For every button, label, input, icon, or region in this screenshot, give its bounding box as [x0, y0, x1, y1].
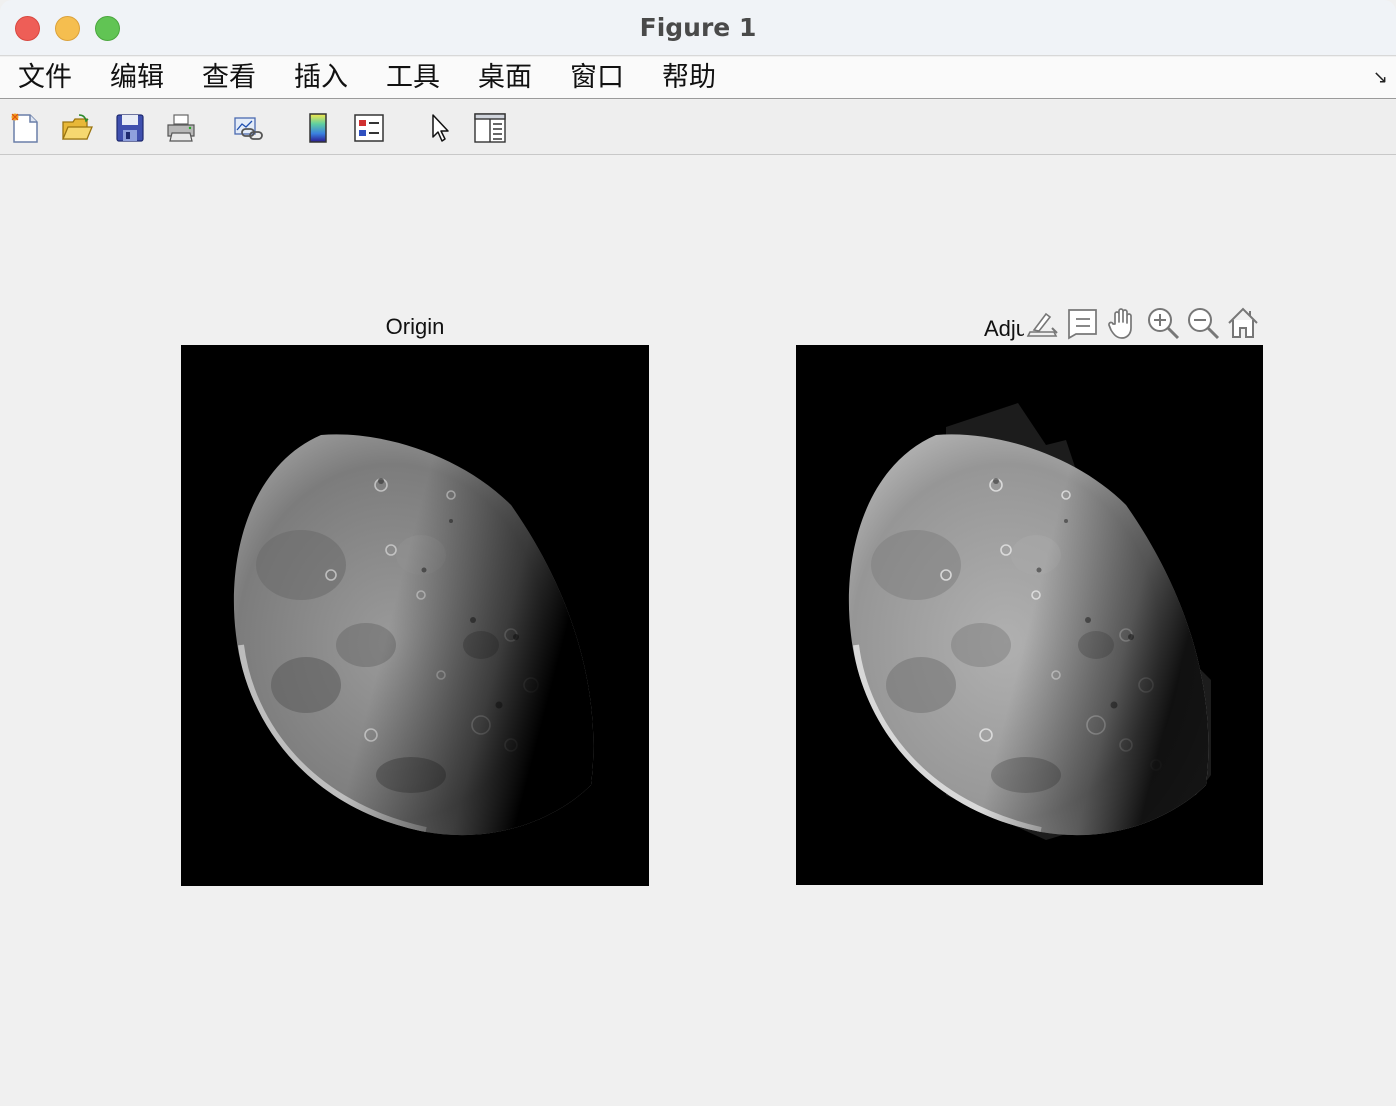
data-tips-icon[interactable]: [1066, 306, 1100, 340]
legend-icon[interactable]: [353, 112, 385, 144]
axes-title-origin: Origin: [385, 314, 445, 339]
link-plot-icon[interactable]: [232, 112, 264, 144]
menu-desktop[interactable]: 桌面: [478, 61, 532, 95]
menu-bar: 文件 编辑 查看 插入 工具 桌面 窗口 帮助 ↘: [0, 57, 1396, 99]
image-axes-adjusted[interactable]: [796, 345, 1263, 885]
menu-insert[interactable]: 插入: [294, 61, 348, 95]
print-icon[interactable]: [165, 112, 197, 144]
brush-icon[interactable]: [1026, 306, 1060, 340]
home-icon[interactable]: [1226, 306, 1260, 340]
axes-title-adjusted: Adju: [984, 316, 1024, 341]
zoom-out-icon[interactable]: [1186, 306, 1220, 340]
image-axes-original[interactable]: [181, 345, 649, 886]
window-title: Figure 1: [639, 13, 757, 42]
pan-hand-icon[interactable]: [1106, 306, 1140, 340]
menu-file[interactable]: 文件: [18, 61, 72, 95]
figure-window: Figure 1 文件 编辑 查看 插入 工具 桌面 窗口 帮助 ↘ Origi…: [0, 0, 1396, 1106]
menu-help[interactable]: 帮助: [662, 61, 716, 95]
new-figure-icon[interactable]: [10, 112, 42, 144]
menu-window[interactable]: 窗口: [570, 61, 624, 95]
menu-tools[interactable]: 工具: [386, 61, 440, 95]
moon-adjusted-image: [848, 403, 1211, 840]
pointer-icon[interactable]: [424, 112, 456, 144]
zoom-in-icon[interactable]: [1146, 306, 1180, 340]
property-inspector-icon[interactable]: [474, 112, 506, 144]
figure-toolbar: [0, 100, 1396, 155]
colorbar-icon[interactable]: [302, 112, 334, 144]
dock-arrow-icon[interactable]: ↘: [1373, 67, 1388, 88]
title-bar: Figure 1: [0, 0, 1396, 56]
menu-edit[interactable]: 编辑: [110, 61, 164, 95]
moon-original-image: [233, 434, 594, 836]
save-icon[interactable]: [114, 112, 146, 144]
menu-view[interactable]: 查看: [202, 61, 256, 95]
open-file-icon[interactable]: [61, 112, 93, 144]
